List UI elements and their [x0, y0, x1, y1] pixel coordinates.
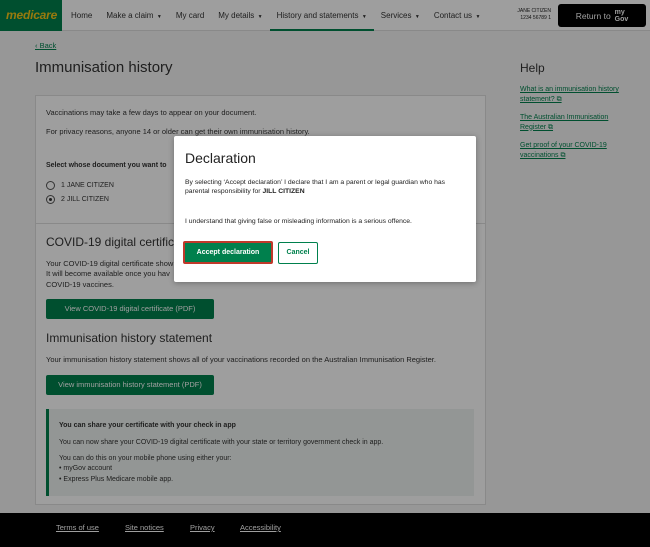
- declaration-dialog: Declaration By selecting ‘Accept declara…: [174, 136, 476, 282]
- declaration-text: By selecting ‘Accept declaration’ I decl…: [185, 179, 446, 195]
- dialog-title: Declaration: [185, 150, 256, 166]
- declared-child-name: JILL CITIZEN: [262, 188, 305, 195]
- offence-warning-text: I understand that giving false or mislea…: [185, 218, 412, 225]
- cancel-button[interactable]: Cancel: [278, 242, 318, 264]
- accept-declaration-button[interactable]: Accept declaration: [183, 241, 273, 264]
